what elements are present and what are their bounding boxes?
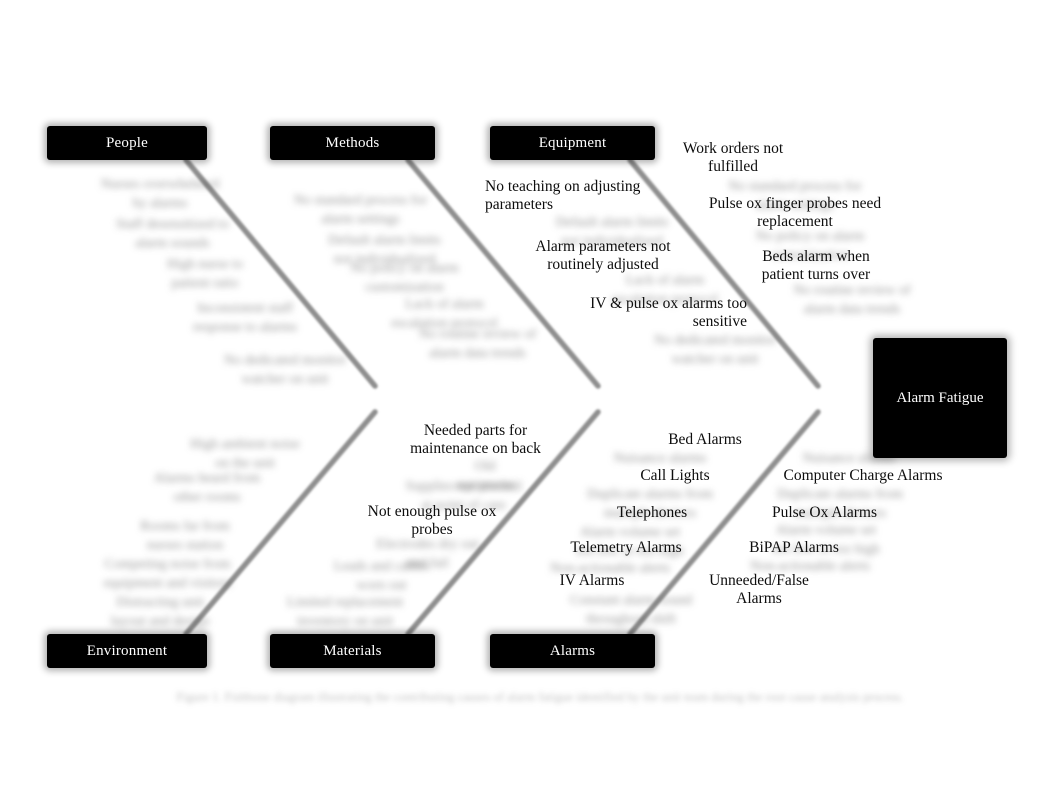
cause-iv-pulse-ox-alarms-too-sensitive: IV & pulse ox alarms too sensitive [590, 295, 747, 331]
cause-people-illegible-5: No dedicated monitor watcher on unit [223, 353, 347, 387]
category-label-equipment: Equipment [538, 134, 607, 151]
cause-computer-charge-alarms: Computer Charge Alarms [783, 467, 943, 484]
cause-environment-illegible-4: Competing noise from equipment and visit… [103, 557, 232, 591]
cause-environment-illegible-3: Rooms far from nurses station [140, 519, 230, 553]
cause-beds-alarm-when-patient-turns-over: Beds alarm when patient turns over [761, 248, 871, 284]
cause-bed-alarms: Bed Alarms [668, 431, 742, 448]
effect-box-alarm-fatigue[interactable]: Alarm Fatigue [873, 338, 1007, 458]
cause-call-lights: Call Lights [640, 467, 710, 484]
category-box-environment[interactable]: Environment [47, 634, 207, 668]
cause-environment-illegible-2: Alarms heard from other rooms [153, 471, 261, 505]
cause-alarm-parameters-not-routinely-adjusted: Alarm parameters not routinely adjusted [535, 238, 671, 274]
cause-not-enough-pulse-ox-probes: Not enough pulse ox probes [367, 503, 497, 539]
category-box-methods[interactable]: Methods [270, 126, 435, 160]
category-label-people: People [105, 134, 149, 151]
cause-telemetry-alarms: Telemetry Alarms [570, 539, 682, 556]
cause-pulse-ox-finger-probes-need-replacement: Pulse ox finger probes need replacement [708, 195, 882, 231]
cause-materials-illegible-4: Leads and cables worn out [333, 559, 430, 593]
cause-no-teaching-on-adjusting-parameters: No teaching on adjusting parameters [485, 178, 641, 214]
figure-caption: Figure 1. Fishbone diagram illustrating … [176, 690, 904, 704]
category-label-alarms: Alarms [549, 642, 596, 659]
category-box-people[interactable]: People [47, 126, 207, 160]
cause-people-illegible-3: High nurse to patient ratio [166, 257, 244, 291]
cause-equipment-illegible-5: No routine review of alarm data trends [793, 283, 911, 317]
effect-label: Alarm Fatigue [896, 389, 984, 406]
cause-telephones: Telephones [616, 504, 688, 521]
cause-unneeded-false-alarms: Unneeded/False Alarms [709, 572, 809, 608]
cause-needed-parts-for-maintenance-on-back: Needed parts for maintenance on back [410, 422, 541, 458]
category-box-alarms[interactable]: Alarms [490, 634, 655, 668]
cause-people-illegible-2: Staff desensitized to alarm sounds [115, 217, 230, 251]
category-label-methods: Methods [325, 134, 380, 151]
fishbone-diagram-canvas: People Methods Equipment Environment Mat… [0, 0, 1062, 797]
cause-iv-alarms: IV Alarms [559, 572, 625, 589]
cause-methods-illegible-3: No policy on alarm customization [350, 261, 459, 295]
cause-people-illegible-1: Nurses overwhelmed by alarms [100, 177, 220, 211]
category-box-equipment[interactable]: Equipment [490, 126, 655, 160]
cause-environment-illegible-1: High ambient noise on the unit [190, 437, 300, 471]
cause-pulse-ox-alarms: Pulse Ox Alarms [771, 504, 878, 521]
cause-bipap-alarms: BiPAP Alarms [749, 539, 839, 556]
cause-work-orders-not-fulfilled: Work orders not fulfilled [682, 140, 784, 176]
cause-materials-illegible-5: Limited replacement inventory on unit [286, 595, 404, 629]
category-box-materials[interactable]: Materials [270, 634, 435, 668]
category-label-environment: Environment [86, 642, 168, 659]
cause-environment-illegible-5: Distracting unit layout and design [110, 595, 210, 629]
category-label-materials: Materials [323, 642, 382, 659]
cause-people-illegible-4: Inconsistent staff response to alarms [192, 301, 298, 335]
cause-methods-illegible-1: No standard process for alarm settings [293, 193, 428, 227]
cause-equipment-illegible-6: No dedicated monitor watcher on unit [653, 333, 777, 367]
cause-methods-illegible-5: No routine review of alarm data trends [418, 327, 537, 361]
